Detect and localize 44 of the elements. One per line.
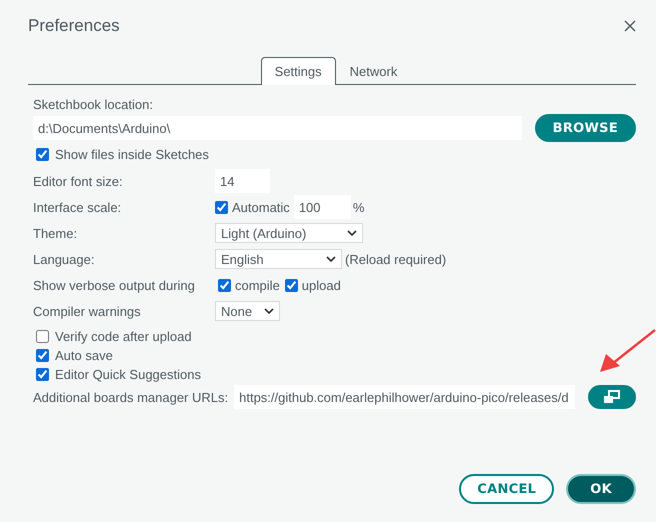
checkbox[interactable] (284, 278, 298, 292)
setting-label: Additional boards manager URLs: (33, 390, 228, 404)
field-label: Sketchbook location: (33, 97, 154, 112)
dropdown[interactable]: None (215, 301, 280, 321)
scale-field[interactable]: 100 (294, 195, 351, 219)
checkbox-label: upload (302, 278, 341, 292)
checkbox-label: Auto save (55, 348, 113, 363)
setting-label: Editor font size: (33, 174, 123, 188)
setting-label: Theme: (33, 226, 78, 240)
setting-label: Interface scale: (33, 200, 122, 214)
setting-label: Show verbose output during (33, 278, 195, 292)
sketchbook-path-field[interactable]: d:\Documents\Arduino\ (33, 116, 522, 140)
setting-label: Compiler warnings (33, 304, 141, 318)
window-title: Preferences (28, 16, 120, 36)
checkbox-label: Automatic (232, 200, 290, 214)
checkbox-label: Show files inside Sketches (55, 146, 209, 162)
tab[interactable]: Network (336, 57, 412, 85)
tab[interactable]: Settings (260, 57, 336, 85)
urls-field[interactable]: https://github.com/earlephilhower/arduino-pico/releases/d (234, 385, 576, 409)
font-size-field[interactable]: 14 (215, 169, 270, 193)
checkbox[interactable] (215, 200, 228, 214)
cancel-button[interactable]: CANCEL (459, 474, 554, 504)
note-text: (Reload required) (345, 252, 446, 266)
checkbox[interactable] (36, 349, 49, 362)
windows-icon (602, 390, 622, 404)
checkbox[interactable] (36, 148, 49, 160)
checkbox-label: compile (235, 278, 280, 292)
chevron-down-icon (264, 308, 274, 314)
checkbox[interactable] (36, 368, 49, 381)
dropdown[interactable]: Light (Arduino) (215, 223, 363, 243)
setting-label: Language: (33, 252, 94, 266)
checkbox[interactable] (36, 330, 49, 343)
close-icon[interactable] (624, 20, 636, 32)
checkbox-label: Verify code after upload (55, 329, 192, 344)
checkbox[interactable] (218, 278, 231, 292)
browse-button[interactable]: BROWSE (534, 114, 636, 142)
ok-button[interactable]: OK (566, 474, 636, 504)
checkbox-label: Editor Quick Suggestions (55, 367, 201, 382)
chevron-down-icon (347, 230, 357, 236)
open-urls-button[interactable] (588, 385, 636, 409)
chevron-down-icon (326, 256, 336, 262)
annotation-arrow (598, 328, 656, 374)
dropdown[interactable]: English (215, 249, 342, 269)
unit-label: % (352, 200, 364, 214)
